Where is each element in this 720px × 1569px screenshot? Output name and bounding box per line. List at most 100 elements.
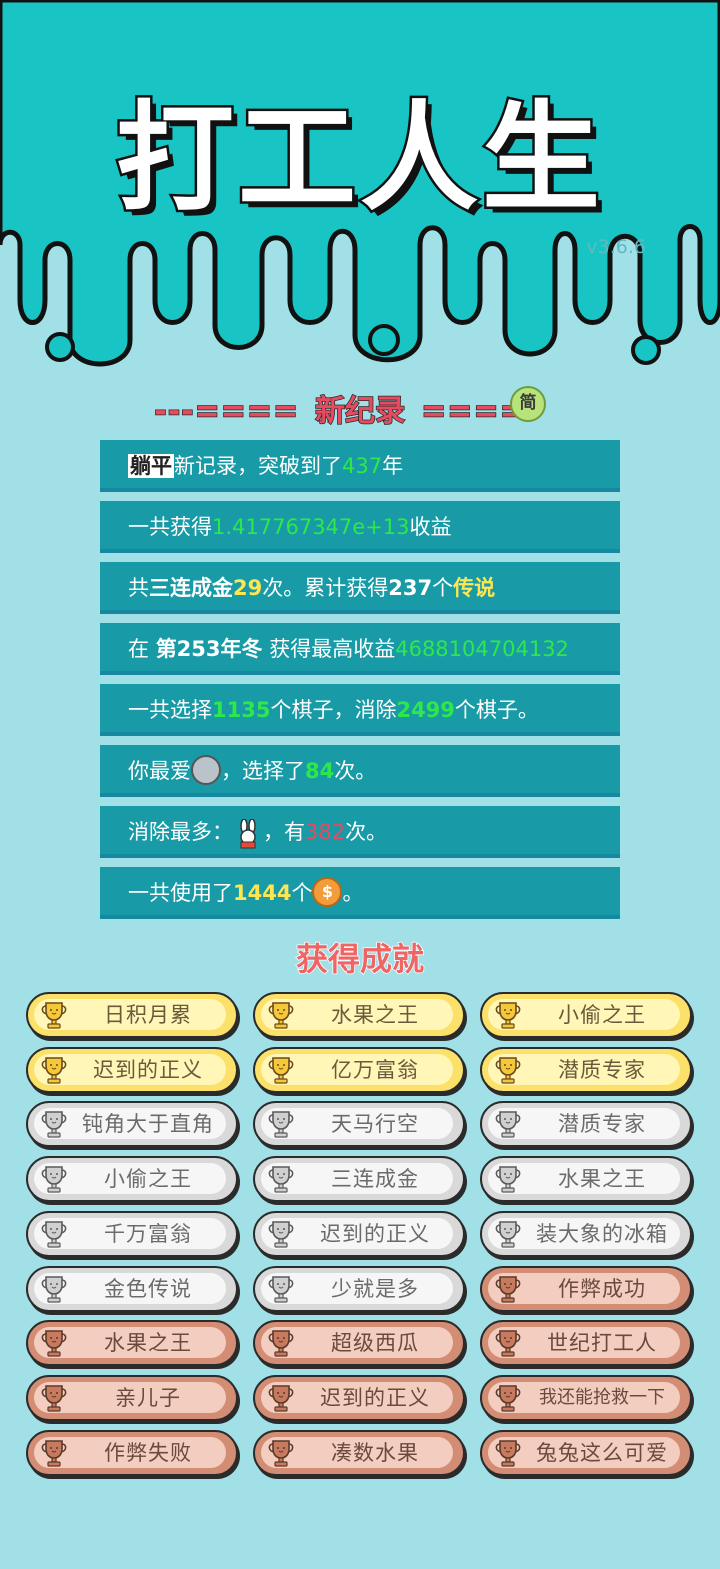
stat-text: ，选择了 [221,759,305,783]
trophy-icon [41,1002,67,1029]
trophy-icon [268,1330,294,1357]
achievement-label: 天马行空 [331,1112,419,1137]
trophy-icon [268,1111,294,1138]
achievement-badge[interactable]: 世纪打工人 [480,1320,692,1367]
legend-label: 传说 [453,576,496,600]
stat-text: 年 [382,454,404,478]
trophy-icon [268,1220,294,1248]
stat-text: 一共使用了 [128,881,233,905]
achievement-badge[interactable]: 千万富翁 [26,1210,238,1257]
trophy-icon [268,1166,294,1193]
favorite-piece-icon [191,755,221,785]
stat-value: 2499 [396,698,455,722]
achievement-label: 亲儿子 [115,1385,181,1410]
achievement-badge[interactable]: 小偷之王 [480,992,692,1038]
header: 打工人生 v3.6.6 [0,0,720,380]
trophy-icon [268,1275,294,1303]
achievement-label: 小偷之王 [104,1167,192,1192]
stat-value: 437 [342,454,383,478]
achievement-label: 水果之王 [104,1331,192,1356]
achievement-label: 潜质专家 [558,1112,646,1137]
stat-text: 个棋子。 [454,698,539,722]
achievement-label: 潜质专家 [558,1057,646,1082]
stat-text: 一共选择 [128,698,212,722]
achievement-label: 少就是多 [331,1276,419,1301]
achievement-badge[interactable]: 钝角大于直角 [26,1101,238,1148]
achievement-badge[interactable]: 小偷之王 [26,1156,238,1203]
stat-row-favorite: 你最爱 ，选择了84次。 [100,745,620,797]
stat-text: 次。累计获得 [262,576,389,600]
stat-text: ，有 [263,820,305,844]
stat-row-best-income: 在 第253年冬 获得最高收益4688104704132 [100,623,620,675]
achievement-badge[interactable]: 少就是多 [253,1265,465,1312]
achievement-label: 日积月累 [104,1003,192,1027]
achievement-badge[interactable]: 金色传说 [26,1265,238,1312]
achievement-badge[interactable]: 潜质专家 [480,1101,692,1148]
achievement-badge[interactable]: 亿万富翁 [253,1046,465,1093]
achievement-label: 凑数水果 [331,1440,419,1465]
achievement-badge[interactable]: 迟到的正义 [253,1374,465,1421]
stat-value: 382 [305,820,346,844]
stats-list: 躺平新记录，突破到了437年 一共获得1.417767347e+13收益 共三连… [100,440,620,928]
record-dashes-left: ---==== [154,393,300,430]
stat-text: 共 [128,576,149,600]
stat-text: 获得最高收益 [262,637,396,661]
achievement-badge[interactable]: 三连成金 [253,1156,465,1203]
achievement-badge[interactable]: 水果之王 [253,992,465,1038]
achievement-label: 小偷之王 [558,1003,646,1027]
stat-value: 29 [233,576,263,600]
achievement-badge[interactable]: 装大象的冰箱 [480,1210,692,1257]
achievement-label: 兔兔这么可爱 [536,1440,668,1465]
achievement-badge[interactable]: 水果之王 [480,1156,692,1203]
achievement-badge[interactable]: 迟到的正义 [253,1210,465,1257]
stat-text: 在 [128,637,156,661]
achievement-label: 我还能抢救一下 [539,1386,665,1408]
rabbit-icon [233,816,263,849]
stat-value: 1135 [212,698,271,722]
achievement-label: 金色传说 [104,1276,192,1301]
achievement-badge[interactable]: 水果之王 [26,1320,238,1367]
achievement-badge[interactable]: 潜质专家 [480,1046,692,1093]
stat-text: 。 [342,881,364,905]
stat-row-total-income: 一共获得1.417767347e+13收益 [100,501,620,553]
achievement-badge[interactable]: 天马行空 [253,1101,465,1148]
trophy-icon [268,1439,294,1467]
achievement-badge[interactable]: 兔兔这么可爱 [480,1429,692,1476]
stat-value: 4688104704132 [395,637,569,661]
trophy-icon [495,1385,521,1412]
stat-text: 你最爱 [128,759,191,783]
trophy-icon [41,1385,67,1412]
achievement-label: 水果之王 [331,1003,419,1027]
achievement-badge[interactable]: 超级西瓜 [253,1320,465,1367]
achievement-badge[interactable]: 凑数水果 [253,1429,465,1476]
achievement-badge[interactable]: 作弊失败 [26,1429,238,1476]
trophy-icon [495,1275,521,1303]
achievements-title: 获得成就 [295,939,425,979]
stat-row-record: 躺平新记录，突破到了437年 [100,440,620,492]
stat-text: 新记录，突破到了 [174,454,342,478]
stat-row-pieces: 一共选择1135个棋子，消除2499个棋子。 [100,684,620,736]
achievement-label: 世纪打工人 [547,1331,657,1356]
trophy-icon [41,1166,67,1193]
app-title: 打工人生 [113,87,604,230]
achievement-badge[interactable]: 亲儿子 [26,1374,238,1421]
achievement-badge[interactable]: 作弊成功 [480,1265,692,1312]
stat-text: 三连成金 [149,576,233,600]
trophy-icon [495,1439,521,1467]
simplified-toggle-button[interactable]: 简 [510,386,546,422]
achievement-label: 超级西瓜 [331,1331,419,1356]
version-label: v3.6.6 [586,236,646,258]
new-record-heading: ---==== 新纪录 ==== [0,386,720,430]
stat-value: 1444 [233,881,292,905]
achievement-badge[interactable]: 我还能抢救一下 [480,1374,692,1421]
trophy-icon [41,1275,67,1303]
stat-row-coins: 一共使用了1444个 $。 [100,867,620,919]
stat-text: 第253年冬 [155,637,263,661]
achievement-badge[interactable]: 迟到的正义 [26,1046,238,1093]
trophy-icon [41,1330,67,1357]
trophy-icon [268,1056,294,1084]
stat-value: 1.417767347e+13 [212,515,410,539]
achievement-badge[interactable]: 日积月累 [26,992,238,1038]
trophy-icon [41,1439,67,1467]
stat-text: 消除最多： [128,820,233,844]
